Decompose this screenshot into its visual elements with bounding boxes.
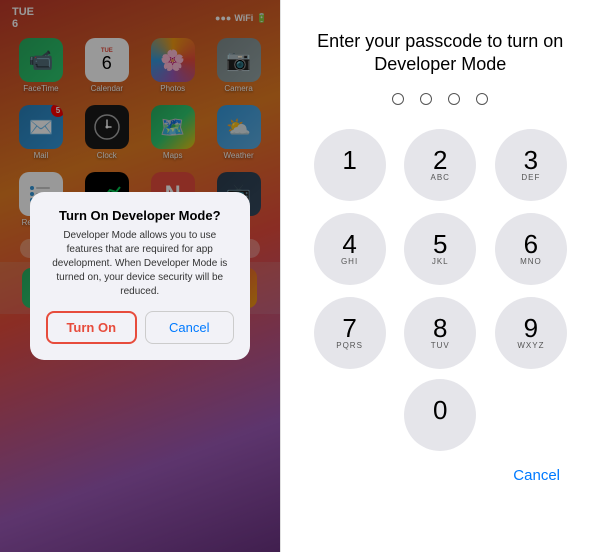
passcode-title: Enter your passcode to turn onDeveloper … — [317, 30, 563, 77]
modal-body: Developer Mode allows you to use feature… — [46, 229, 234, 299]
key-zero-row: 0 — [310, 379, 570, 451]
modal-overlay: Turn On Developer Mode? Developer Mode a… — [0, 0, 280, 552]
keypad: 1 2 ABC 3 DEF 4 GHI 5 JKL 6 MNO 7 — [310, 129, 570, 369]
key-8-letters: TUV — [431, 341, 450, 351]
key-0[interactable]: 0 — [404, 379, 476, 451]
key-1[interactable]: 1 — [314, 129, 386, 201]
passcode-dots — [392, 93, 488, 105]
key-1-number: 1 — [342, 147, 356, 173]
key-7-letters: PQRS — [336, 341, 363, 351]
key-3-letters: DEF — [521, 173, 540, 183]
cancel-passcode-button[interactable]: Cancel — [493, 459, 580, 492]
modal-title: Turn On Developer Mode? — [46, 208, 234, 223]
key-5-number: 5 — [433, 231, 447, 257]
key-6-number: 6 — [524, 231, 538, 257]
key-3-number: 3 — [524, 147, 538, 173]
key-9-number: 9 — [524, 315, 538, 341]
dot-2 — [420, 93, 432, 105]
cancel-modal-button[interactable]: Cancel — [145, 311, 234, 344]
key-2-letters: ABC — [431, 173, 450, 183]
key-7-number: 7 — [342, 315, 356, 341]
modal-dialog: Turn On Developer Mode? Developer Mode a… — [30, 192, 250, 360]
key-4[interactable]: 4 GHI — [314, 213, 386, 285]
key-8-number: 8 — [433, 315, 447, 341]
key-9[interactable]: 9 WXYZ — [495, 297, 567, 369]
key-9-letters: WXYZ — [517, 341, 544, 351]
key-2-number: 2 — [433, 147, 447, 173]
key-0-number: 0 — [433, 397, 447, 423]
key-8[interactable]: 8 TUV — [404, 297, 476, 369]
dot-1 — [392, 93, 404, 105]
key-6[interactable]: 6 MNO — [495, 213, 567, 285]
key-5-letters: JKL — [432, 257, 449, 267]
key-4-number: 4 — [342, 231, 356, 257]
key-6-letters: MNO — [520, 257, 542, 267]
key-7[interactable]: 7 PQRS — [314, 297, 386, 369]
key-4-letters: GHI — [341, 257, 358, 267]
modal-buttons: Turn On Cancel — [46, 311, 234, 344]
passcode-panel: Enter your passcode to turn onDeveloper … — [281, 0, 600, 552]
key-2[interactable]: 2 ABC — [404, 129, 476, 201]
dot-4 — [476, 93, 488, 105]
key-3[interactable]: 3 DEF — [495, 129, 567, 201]
dot-3 — [448, 93, 460, 105]
turn-on-button[interactable]: Turn On — [46, 311, 137, 344]
key-5[interactable]: 5 JKL — [404, 213, 476, 285]
phone-screen: TUE6 ●●● WiFi 🔋 📹 FaceTime TUE 6 Calenda… — [0, 0, 280, 552]
